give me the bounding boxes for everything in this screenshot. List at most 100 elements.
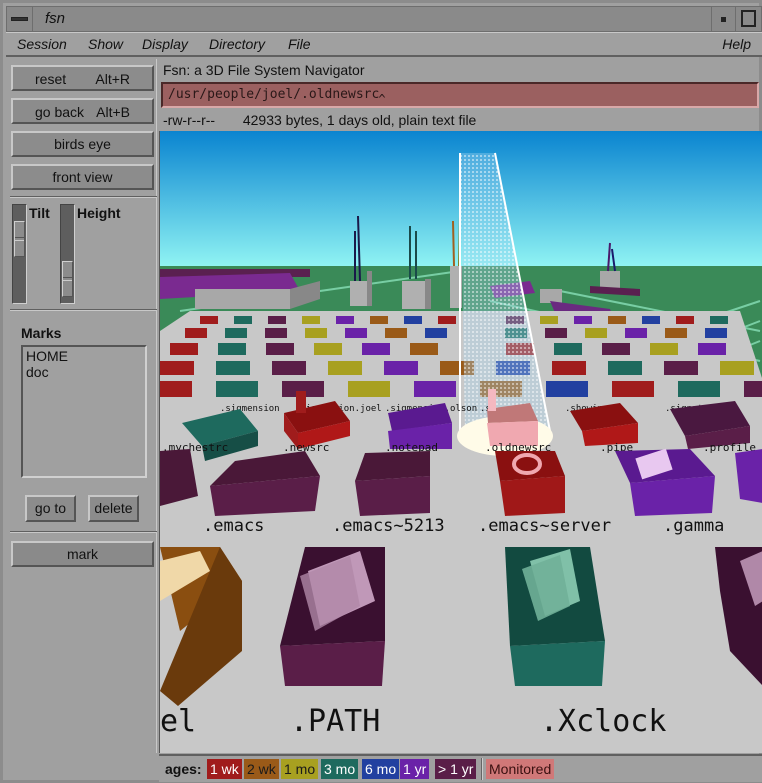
file-block[interactable] — [160, 361, 194, 375]
file-permissions: -rw-r--r-- — [163, 112, 216, 128]
birds-eye-button[interactable]: birds eye — [11, 131, 154, 157]
file-block[interactable] — [585, 328, 607, 338]
menu-file[interactable]: File — [288, 36, 311, 52]
file-block[interactable] — [540, 316, 558, 324]
file-block[interactable] — [345, 328, 367, 338]
file-block-emacs-server[interactable] — [495, 451, 565, 516]
file-block[interactable] — [744, 381, 762, 397]
file-block[interactable] — [612, 381, 654, 397]
maximize-icon[interactable] — [735, 7, 761, 31]
file-block[interactable] — [650, 343, 678, 355]
file-block[interactable] — [438, 316, 456, 324]
file-block[interactable] — [425, 328, 447, 338]
file-block[interactable] — [268, 316, 286, 324]
scene-canvas[interactable]: .sigmension .sigmension.joel .sigmension… — [160, 131, 762, 753]
mark-item[interactable]: HOME — [26, 348, 142, 364]
file-block-xclock[interactable] — [505, 547, 605, 686]
path-input[interactable]: /usr/people/joel/.oldnewsrc^ — [161, 82, 759, 108]
file-block[interactable] — [642, 316, 660, 324]
go-to-button[interactable]: go to — [25, 495, 76, 522]
file-block[interactable] — [678, 381, 720, 397]
window-title: fsn — [45, 10, 66, 27]
file-block[interactable] — [265, 328, 287, 338]
file-block[interactable] — [348, 381, 390, 397]
file-block[interactable] — [305, 328, 327, 338]
tilt-slider[interactable] — [12, 204, 27, 304]
file-block[interactable] — [720, 361, 754, 375]
file-block[interactable] — [404, 316, 422, 324]
window-menu-icon[interactable] — [7, 7, 33, 31]
file-block[interactable] — [234, 316, 252, 324]
file-block[interactable] — [546, 381, 588, 397]
legend-divider — [481, 758, 483, 780]
minimize-icon[interactable] — [711, 7, 735, 31]
menu-session[interactable]: Session — [17, 36, 67, 52]
file-block[interactable] — [160, 381, 192, 397]
file-block[interactable] — [554, 343, 582, 355]
file-block[interactable] — [710, 316, 728, 324]
age-chip: 1 mo — [281, 759, 319, 779]
delete-button[interactable]: delete — [88, 495, 139, 522]
height-slider[interactable] — [60, 204, 75, 304]
tilt-slider-thumb[interactable] — [14, 220, 25, 257]
file-block[interactable] — [676, 316, 694, 324]
menu-bar: Session Show Display Directory File Help — [6, 32, 762, 57]
go-back-shortcut: Alt+B — [96, 104, 130, 120]
delete-label: delete — [94, 500, 133, 516]
menu-help[interactable]: Help — [722, 36, 751, 52]
3d-viewport[interactable]: .sigmension .sigmension.joel .sigmension… — [159, 131, 762, 753]
height-label: Height — [77, 205, 121, 221]
mark-button[interactable]: mark — [11, 541, 154, 567]
file-block[interactable] — [302, 316, 320, 324]
file-block[interactable] — [705, 328, 727, 338]
file-block[interactable] — [665, 328, 687, 338]
file-block-emacs-5213[interactable] — [355, 451, 430, 516]
file-block[interactable] — [414, 381, 456, 397]
file-block[interactable] — [266, 343, 294, 355]
control-panel: reset Alt+R go back Alt+B birds eye fron… — [6, 59, 157, 753]
menu-directory[interactable]: Directory — [209, 36, 265, 52]
file-label: .gamma — [663, 516, 724, 536]
fsn-window: fsn Session Show Display Directory File … — [0, 0, 762, 783]
file-block[interactable] — [602, 343, 630, 355]
file-block[interactable] — [608, 316, 626, 324]
height-slider-thumb[interactable] — [62, 260, 73, 297]
menu-display[interactable]: Display — [142, 36, 188, 52]
age-chip: 2 wk — [244, 759, 279, 779]
file-block[interactable] — [608, 361, 642, 375]
file-block[interactable] — [384, 361, 418, 375]
file-block[interactable] — [216, 381, 258, 397]
divider — [10, 196, 157, 198]
file-block[interactable] — [574, 316, 592, 324]
age-chip: 1 yr — [400, 759, 430, 779]
file-block[interactable] — [170, 343, 198, 355]
file-block[interactable] — [272, 361, 306, 375]
file-block[interactable] — [328, 361, 362, 375]
monitored-legend: Monitored — [486, 759, 555, 779]
file-block[interactable] — [314, 343, 342, 355]
file-block[interactable] — [185, 328, 207, 338]
file-block[interactable] — [625, 328, 647, 338]
file-block[interactable] — [362, 343, 390, 355]
birds-eye-label: birds eye — [54, 136, 111, 152]
file-block[interactable] — [370, 316, 388, 324]
reset-button[interactable]: reset Alt+R — [11, 65, 154, 91]
file-block[interactable] — [336, 316, 354, 324]
file-block[interactable] — [200, 316, 218, 324]
front-view-button[interactable]: front view — [11, 164, 154, 190]
file-block[interactable] — [225, 328, 247, 338]
file-block[interactable] — [664, 361, 698, 375]
file-block[interactable] — [216, 361, 250, 375]
file-block[interactable] — [385, 328, 407, 338]
file-block[interactable] — [410, 343, 438, 355]
file-block[interactable] — [545, 328, 567, 338]
menu-show[interactable]: Show — [88, 36, 123, 52]
file-block[interactable] — [698, 343, 726, 355]
marks-list[interactable]: HOME doc — [21, 345, 147, 478]
title-bar[interactable]: fsn — [6, 6, 762, 32]
file-block[interactable] — [552, 361, 586, 375]
file-block[interactable] — [218, 343, 246, 355]
front-view-label: front view — [52, 169, 113, 185]
go-back-button[interactable]: go back Alt+B — [11, 98, 154, 124]
mark-item[interactable]: doc — [26, 364, 142, 380]
